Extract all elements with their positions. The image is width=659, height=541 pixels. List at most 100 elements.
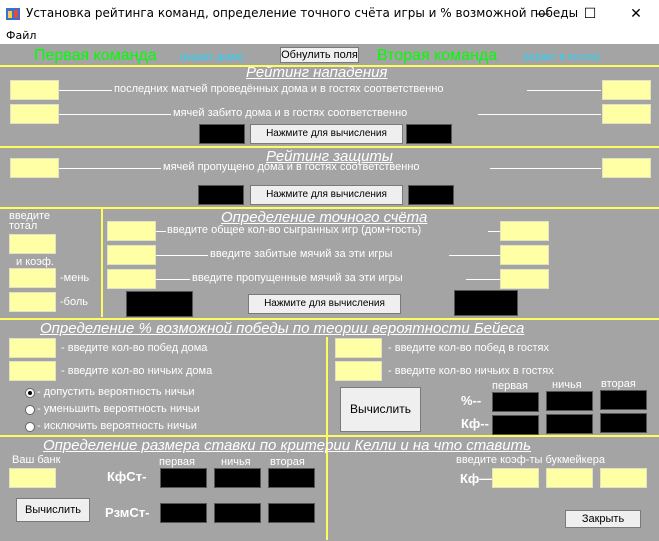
attack-away-goals-input[interactable] <box>602 104 651 124</box>
away-draws-input[interactable] <box>335 361 382 381</box>
attack-home-result <box>199 124 245 144</box>
kfst-label: КфСт- <box>107 469 147 484</box>
attack-away-result <box>406 124 452 144</box>
score-home-conceded-input[interactable] <box>107 269 156 289</box>
home-wins-input[interactable] <box>9 338 56 358</box>
score-away-conceded-input[interactable] <box>500 269 549 289</box>
score-calc-button[interactable]: Нажмите для вычисления <box>248 294 401 314</box>
score-home-result <box>126 291 193 317</box>
bookmaker-label: введите коэф-ты букмейкера <box>456 454 605 466</box>
score-away-games-input[interactable] <box>500 221 549 241</box>
percent-first-result <box>492 392 539 412</box>
reset-fields-button[interactable]: Обнулить поля <box>280 47 359 63</box>
main-form: Первая команда (играет дома) Обнулить по… <box>0 44 659 541</box>
kfst-first-result <box>160 468 207 488</box>
attack-calc-button[interactable]: Нажмите для вычисления <box>250 124 403 144</box>
bayes-col-draw: ничья <box>552 379 582 391</box>
total-label-2: тотал <box>9 220 38 232</box>
radio-reduce-draw[interactable] <box>25 405 35 415</box>
total-input[interactable] <box>9 234 56 254</box>
kfst-second-result <box>268 468 315 488</box>
defense-calc-button[interactable]: Нажмите для вычисления <box>250 185 403 205</box>
defense-away-result <box>408 185 454 205</box>
title-bar: Установка рейтинга команд, определение т… <box>0 0 659 28</box>
attack-row1-label: последних матчей проведённых дома и в го… <box>114 83 444 95</box>
away-wins-input[interactable] <box>335 338 382 358</box>
team1-label: Первая команда <box>34 47 157 64</box>
score-home-games-input[interactable] <box>107 221 156 241</box>
home-wins-label: - введите кол-во побед дома <box>61 342 208 354</box>
menu-bar: Файл <box>0 28 659 44</box>
rzmst-label: РзмСт- <box>105 505 150 520</box>
score-row2-label: введите забитые мячий за эти игры <box>210 248 393 260</box>
defense-away-conceded-input[interactable] <box>602 158 651 178</box>
separator <box>101 209 103 317</box>
kfst-draw-result <box>214 468 261 488</box>
bayes-col-second: вторая <box>601 378 636 390</box>
percent-draw-result <box>546 391 593 411</box>
connector <box>156 231 166 232</box>
minimize-button[interactable]: — <box>520 0 566 28</box>
connector <box>59 90 112 91</box>
menu-file[interactable]: Файл <box>6 29 36 42</box>
window-title: Установка рейтинга команд, определение т… <box>26 6 579 20</box>
bayes-calc-button[interactable]: Вычислить <box>340 387 421 432</box>
connector <box>449 255 500 256</box>
team1-note: (играет дома) <box>180 52 244 63</box>
kf-draw-result <box>546 414 593 434</box>
bookmaker-first-input[interactable] <box>492 468 539 488</box>
kf-first-result <box>492 415 539 435</box>
kf-bookmaker-label: Кф— <box>460 471 493 486</box>
radio-allow-draw[interactable] <box>25 388 35 398</box>
team2-note: (играет в гостях) <box>523 52 600 63</box>
maximize-button[interactable]: ☐ <box>567 0 613 28</box>
bookmaker-second-input[interactable] <box>600 468 647 488</box>
kelly-col-second: вторая <box>270 456 305 468</box>
defense-home-conceded-input[interactable] <box>10 158 59 178</box>
bookmaker-draw-input[interactable] <box>546 468 593 488</box>
connector <box>156 255 208 256</box>
team2-label: Вторая команда <box>377 47 498 64</box>
attack-row2-label: мячей забито дома и в гостях соответстве… <box>173 107 408 119</box>
coef-less-input[interactable] <box>9 268 56 288</box>
radio-allow-draw-label: - допустить вероятность ничьи <box>37 386 195 398</box>
kelly-calc-button[interactable]: Вычислить <box>16 498 90 522</box>
radio-exclude-draw-label: - исключить вероятность ничьи <box>37 420 197 432</box>
connector <box>488 231 500 232</box>
score-home-scored-input[interactable] <box>107 245 156 265</box>
connector <box>156 279 190 280</box>
radio-exclude-draw[interactable] <box>25 422 35 432</box>
home-draws-label: - введите кол-во ничьих дома <box>61 365 213 377</box>
score-away-scored-input[interactable] <box>500 245 549 265</box>
kf-row-label: Кф-- <box>461 416 489 431</box>
percent-second-result <box>600 390 647 410</box>
close-button[interactable]: Закрыть <box>565 510 641 528</box>
attack-away-matches-input[interactable] <box>602 80 651 100</box>
percent-row-label: %-- <box>461 393 482 408</box>
bank-input[interactable] <box>9 468 56 488</box>
bank-label: Ваш банк <box>12 454 61 466</box>
radio-reduce-draw-label: - уменьшить вероятность ничьи <box>37 403 200 415</box>
app-icon <box>6 8 20 20</box>
score-away-result <box>454 290 518 316</box>
kelly-col-first: первая <box>159 456 195 468</box>
bayes-heading: Определение % возможной победы по теории… <box>40 320 525 337</box>
kf-second-result <box>600 413 647 433</box>
bayes-col-first: первая <box>492 380 528 392</box>
away-draws-label: - введите кол-во ничьих в гостях <box>388 365 554 377</box>
rzmst-second-result <box>268 503 315 523</box>
home-draws-input[interactable] <box>9 361 56 381</box>
attack-home-matches-input[interactable] <box>10 80 59 100</box>
kelly-heading: Определение размера ставки по критерии К… <box>43 437 531 454</box>
coef-label: и коэф. <box>16 256 54 268</box>
coef-more-input[interactable] <box>9 292 56 312</box>
connector <box>527 90 601 91</box>
connector <box>490 168 601 169</box>
connector <box>59 114 171 115</box>
away-wins-label: - введите кол-во побед в гостях <box>388 342 549 354</box>
attack-home-goals-input[interactable] <box>10 104 59 124</box>
rzmst-first-result <box>160 503 207 523</box>
score-row1-label: введите общее кол-во сыгранных игр (дом+… <box>167 224 422 236</box>
close-window-button[interactable]: ✕ <box>613 0 659 28</box>
connector <box>478 114 601 115</box>
